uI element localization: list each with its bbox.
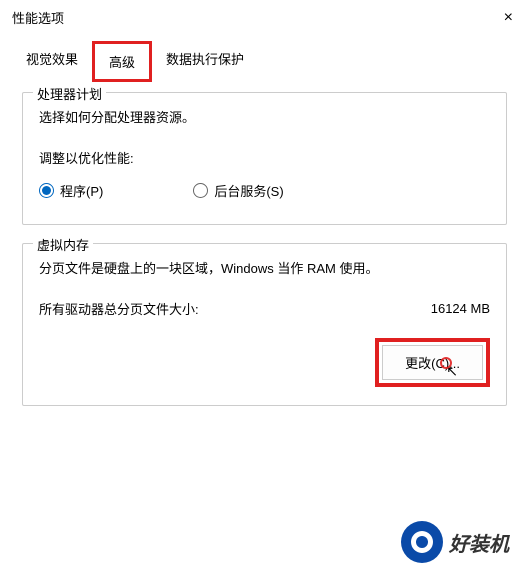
radio-icon <box>39 183 54 198</box>
watermark: 好装机 <box>401 521 509 563</box>
change-button-label: 更改(C)... <box>405 356 460 371</box>
tab-advanced[interactable]: 高级 <box>92 41 152 82</box>
watermark-logo-icon <box>401 521 443 563</box>
vm-desc: 分页文件是硬盘上的一块区域，Windows 当作 RAM 使用。 <box>39 258 490 277</box>
radio-programs-label: 程序(P) <box>60 181 103 200</box>
adjust-label: 调整以优化性能: <box>39 148 490 167</box>
virtual-memory-group: 虚拟内存 分页文件是硬盘上的一块区域，Windows 当作 RAM 使用。 所有… <box>22 243 507 406</box>
vm-total-value: 16124 MB <box>431 301 490 316</box>
change-button-highlight: 更改(C)... ↖ <box>375 338 490 387</box>
titlebar: 性能选项 × <box>0 0 529 35</box>
processor-scheduling-group: 处理器计划 选择如何分配处理器资源。 调整以优化性能: 程序(P) 后台服务(S… <box>22 92 507 225</box>
vm-total-row: 所有驱动器总分页文件大小: 16124 MB <box>39 299 490 318</box>
tab-dep[interactable]: 数据执行保护 <box>152 41 258 82</box>
close-icon[interactable]: × <box>500 9 517 27</box>
tab-visual-effects[interactable]: 视觉效果 <box>12 41 92 82</box>
content-area: 处理器计划 选择如何分配处理器资源。 调整以优化性能: 程序(P) 后台服务(S… <box>0 82 529 434</box>
radio-icon <box>193 183 208 198</box>
radio-background[interactable]: 后台服务(S) <box>193 181 283 200</box>
radio-background-label: 后台服务(S) <box>214 181 283 200</box>
radio-row: 程序(P) 后台服务(S) <box>39 181 490 200</box>
change-button[interactable]: 更改(C)... ↖ <box>382 345 483 380</box>
tab-strip: 视觉效果 高级 数据执行保护 <box>0 35 529 82</box>
processor-legend: 处理器计划 <box>33 84 106 103</box>
watermark-text: 好装机 <box>449 528 509 557</box>
processor-desc: 选择如何分配处理器资源。 <box>39 107 490 126</box>
vm-legend: 虚拟内存 <box>33 235 93 254</box>
radio-programs[interactable]: 程序(P) <box>39 181 103 200</box>
window-title: 性能选项 <box>12 8 64 27</box>
vm-total-label: 所有驱动器总分页文件大小: <box>39 299 199 318</box>
